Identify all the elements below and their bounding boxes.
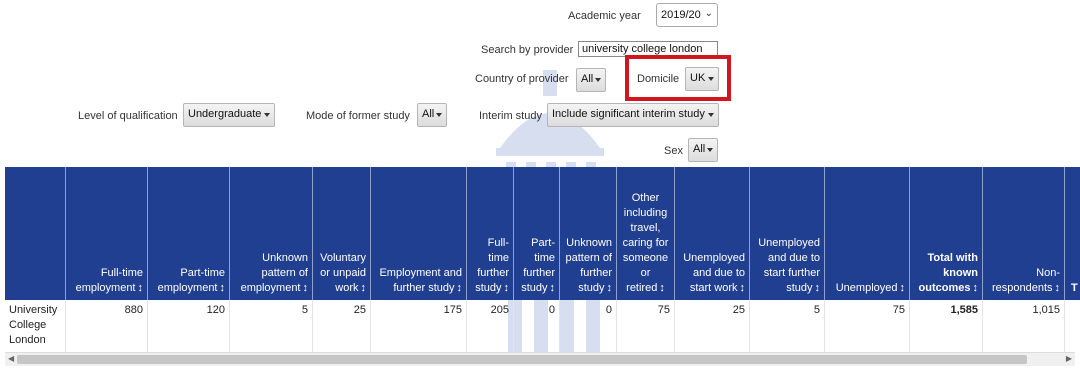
column-header-non-respondents[interactable]: Non-respondents ↕ [983, 167, 1065, 300]
column-header-part-time-further-study[interactable]: Part-time further study ↕ [514, 167, 560, 300]
chevron-down-icon: ⌄ [704, 8, 713, 19]
cell-unknown-pattern-employment: 5 [230, 300, 313, 352]
table-header: Full-time employment ↕ Part-time employme… [5, 167, 1080, 300]
interim-select[interactable]: Include significant interim study [547, 103, 719, 127]
cell-unknown-pattern-further-study: 0 [560, 300, 617, 352]
sort-icon[interactable]: ↕ [1055, 282, 1061, 294]
column-header-voluntary-work[interactable]: Voluntary or unpaid work ↕ [313, 167, 371, 300]
sort-icon[interactable]: ↕ [138, 282, 144, 294]
sex-value: All [693, 143, 706, 155]
horizontal-scrollbar[interactable]: ◀ ▶ [5, 352, 1075, 366]
column-header-unknown-pattern-further-study[interactable]: Unknown pattern of further study ↕ [560, 167, 617, 300]
cell-full-time-further-study: 205 [467, 300, 514, 352]
mode-label: Mode of former study [306, 110, 410, 122]
cell-unemployed-start-work: 25 [675, 300, 750, 352]
cell-part-time-employment: 120 [148, 300, 230, 352]
column-header-total-known-outcomes[interactable]: Total with known outcomes ↕ [910, 167, 983, 300]
cell-total-known-outcomes: 1,585 [910, 300, 983, 352]
column-header-total[interactable]: T [1065, 167, 1080, 300]
level-select[interactable]: Undergraduate [183, 103, 275, 127]
cell-other: 75 [617, 300, 675, 352]
interim-label: Interim study [479, 110, 542, 122]
sort-icon[interactable]: ↕ [973, 282, 979, 294]
table-row: University College London 880 120 5 25 1… [5, 300, 1080, 352]
caret-down-icon [708, 77, 714, 81]
column-header-part-time-employment[interactable]: Part-time employment ↕ [148, 167, 230, 300]
domicile-select[interactable]: UK [685, 67, 719, 91]
column-header-unknown-pattern-employment[interactable]: Unknown pattern of employment ↕ [230, 167, 313, 300]
cell-unemployed-start-study: 5 [750, 300, 825, 352]
country-select[interactable]: All [576, 68, 606, 92]
cell-non-respondents: 1,015 [983, 300, 1065, 352]
caret-down-icon [264, 113, 270, 117]
column-header-other[interactable]: Other including travel, caring for someo… [617, 167, 675, 300]
sort-icon[interactable]: ↕ [607, 282, 613, 294]
column-header-full-time-employment[interactable]: Full-time employment ↕ [66, 167, 148, 300]
sex-label: Sex [664, 145, 683, 157]
search-provider-label: Search by provider [481, 44, 574, 56]
caret-down-icon [436, 113, 442, 117]
domicile-value: UK [690, 72, 706, 84]
sort-icon[interactable]: ↕ [740, 282, 746, 294]
sort-icon[interactable]: ↕ [815, 282, 821, 294]
cell-provider: University College London [5, 300, 66, 352]
column-header-full-time-further-study[interactable]: Full-time further study ↕ [467, 167, 514, 300]
caret-down-icon [595, 78, 601, 82]
interim-value: Include significant interim study [552, 108, 705, 120]
academic-year-label: Academic year [568, 10, 641, 22]
column-header-unemployed-start-work[interactable]: Unemployed and due to start work ↕ [675, 167, 750, 300]
column-header-employment-and-further-study[interactable]: Employment and further study ↕ [371, 167, 467, 300]
level-value: Undergraduate [188, 108, 262, 120]
domicile-label: Domicile [637, 73, 680, 85]
cell-part-time-further-study: 0 [514, 300, 560, 352]
cell-total [1065, 300, 1080, 352]
sort-icon[interactable]: ↕ [550, 282, 556, 294]
sort-icon[interactable]: ↕ [659, 282, 665, 294]
column-header-unemployed[interactable]: Unemployed ↕ [825, 167, 910, 300]
cell-full-time-employment: 880 [66, 300, 148, 352]
sort-icon[interactable]: ↕ [504, 282, 510, 294]
cell-employment-and-further-study: 175 [371, 300, 467, 352]
cell-unemployed: 75 [825, 300, 910, 352]
sort-icon[interactable]: ↕ [220, 282, 226, 294]
sort-icon[interactable]: ↕ [900, 282, 906, 294]
academic-year-select[interactable]: 2019/20 ⌄ [656, 3, 718, 27]
column-header-unemployed-start-study[interactable]: Unemployed and due to start further stud… [750, 167, 825, 300]
country-label: Country of provider [475, 73, 569, 85]
sort-icon[interactable]: ↕ [361, 282, 367, 294]
country-value: All [581, 73, 594, 85]
caret-down-icon [707, 148, 713, 152]
mode-value: All [422, 108, 435, 120]
sort-icon[interactable]: ↕ [457, 282, 463, 294]
mode-select[interactable]: All [417, 103, 447, 127]
academic-year-value: 2019/20 [661, 9, 701, 21]
level-label: Level of qualification [78, 110, 178, 122]
scrollbar-thumb[interactable] [17, 355, 1027, 364]
scroll-left-icon[interactable]: ◀ [8, 354, 14, 363]
cell-voluntary-work: 25 [313, 300, 371, 352]
caret-down-icon [708, 113, 714, 117]
scroll-right-icon[interactable]: ▶ [1066, 354, 1072, 363]
sex-select[interactable]: All [688, 138, 718, 162]
column-header-provider [5, 167, 66, 300]
sort-icon[interactable]: ↕ [303, 282, 309, 294]
